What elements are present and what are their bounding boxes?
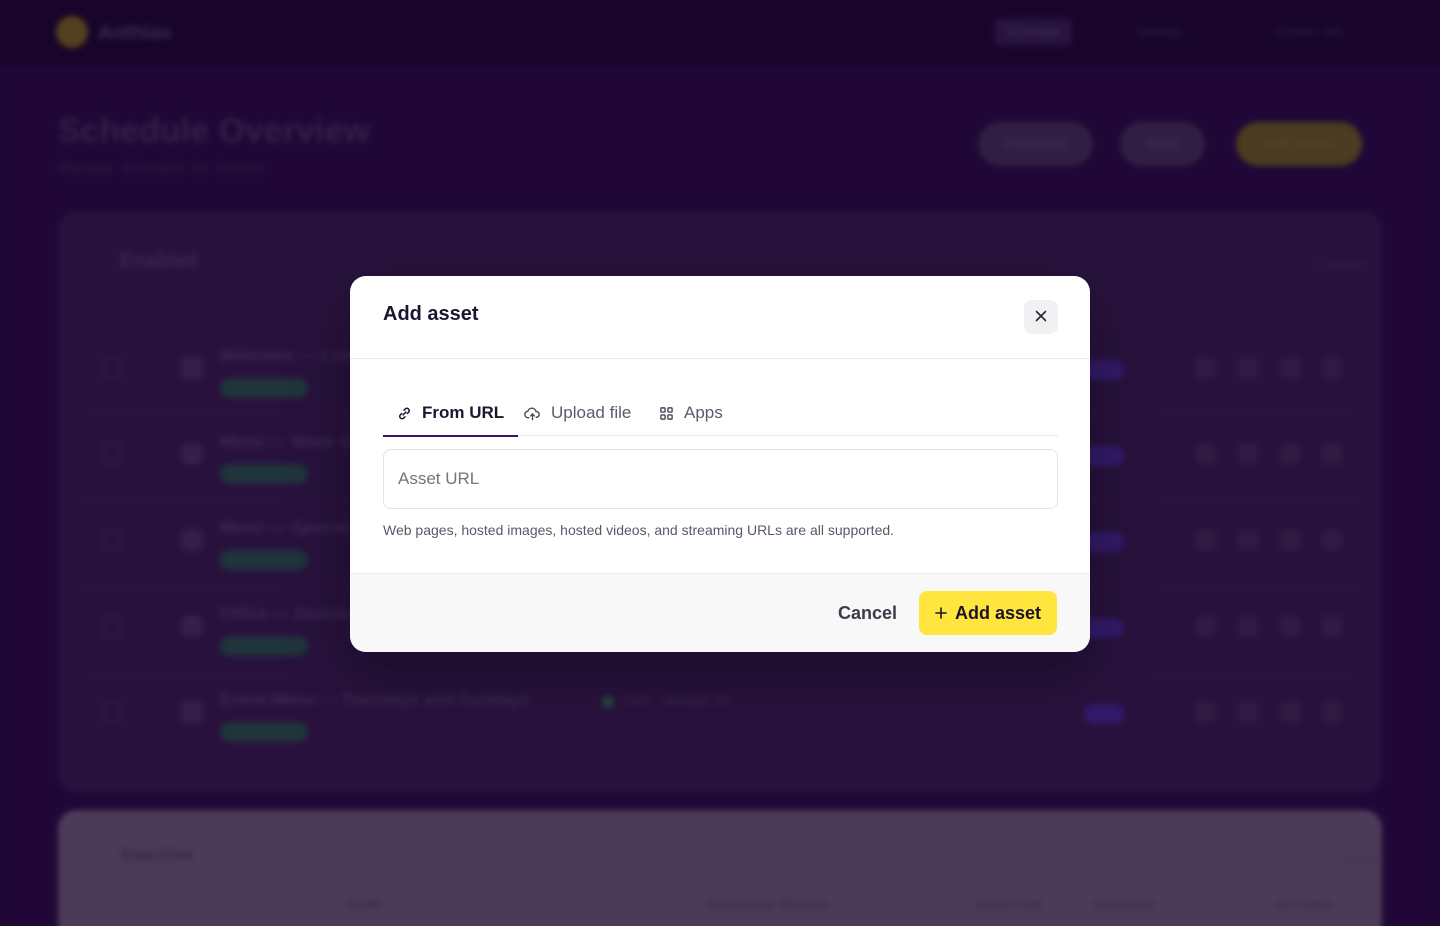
add-asset-modal: Add asset From URL Upload file Apps Asse… xyxy=(350,276,1090,652)
apps-grid-icon xyxy=(659,406,674,421)
close-button[interactable] xyxy=(1024,300,1058,334)
link-icon xyxy=(397,406,412,421)
tab-from-url[interactable]: From URL xyxy=(383,390,519,437)
modal-footer: Cancel Add asset xyxy=(350,573,1090,652)
plus-icon xyxy=(935,603,947,624)
add-asset-label: Add asset xyxy=(954,602,1042,623)
tab-upload-file[interactable]: Upload file xyxy=(510,390,645,436)
close-icon xyxy=(1035,310,1047,325)
cloud-upload-icon xyxy=(524,406,541,421)
tab-label: Apps xyxy=(684,403,723,422)
add-asset-button[interactable]: Add asset xyxy=(919,591,1057,635)
cancel-button[interactable]: Cancel xyxy=(824,591,911,635)
tab-apps[interactable]: Apps xyxy=(645,390,737,436)
tab-label: From URL xyxy=(422,403,505,422)
helper-text: Web pages, hosted images, hosted videos,… xyxy=(383,522,895,538)
asset-source-tabs: From URL Upload file Apps xyxy=(383,390,1058,437)
tab-label: Upload file xyxy=(551,403,632,422)
modal-header: Add asset xyxy=(350,276,1090,359)
modal-title: Add asset xyxy=(383,303,479,325)
asset-url-input[interactable] xyxy=(383,449,1058,509)
